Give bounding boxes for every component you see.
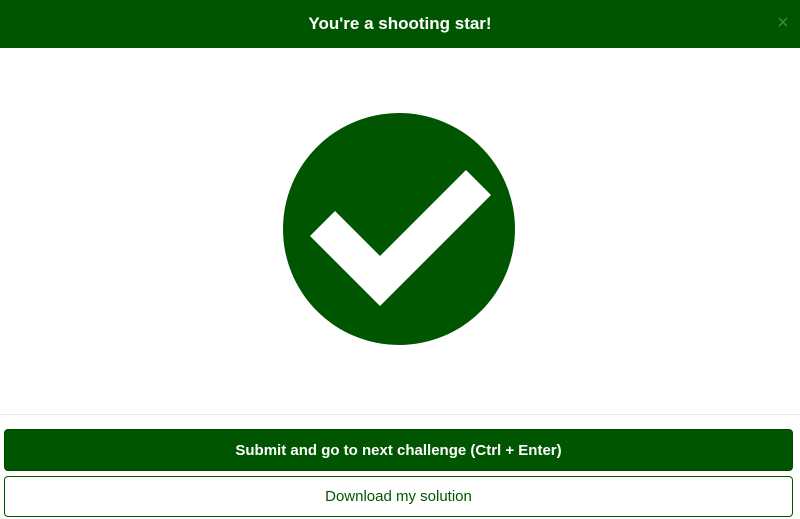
modal-header: You're a shooting star! × (0, 0, 800, 48)
footer-divider (0, 414, 800, 415)
success-modal: You're a shooting star! × Submit and go … (0, 0, 800, 519)
close-icon[interactable]: × (774, 12, 792, 34)
download-solution-button[interactable]: Download my solution (4, 476, 793, 517)
modal-title: You're a shooting star! (308, 14, 492, 33)
modal-body (0, 48, 800, 414)
submit-next-challenge-button[interactable]: Submit and go to next challenge (Ctrl + … (4, 429, 793, 471)
check-circle-icon (283, 113, 515, 345)
